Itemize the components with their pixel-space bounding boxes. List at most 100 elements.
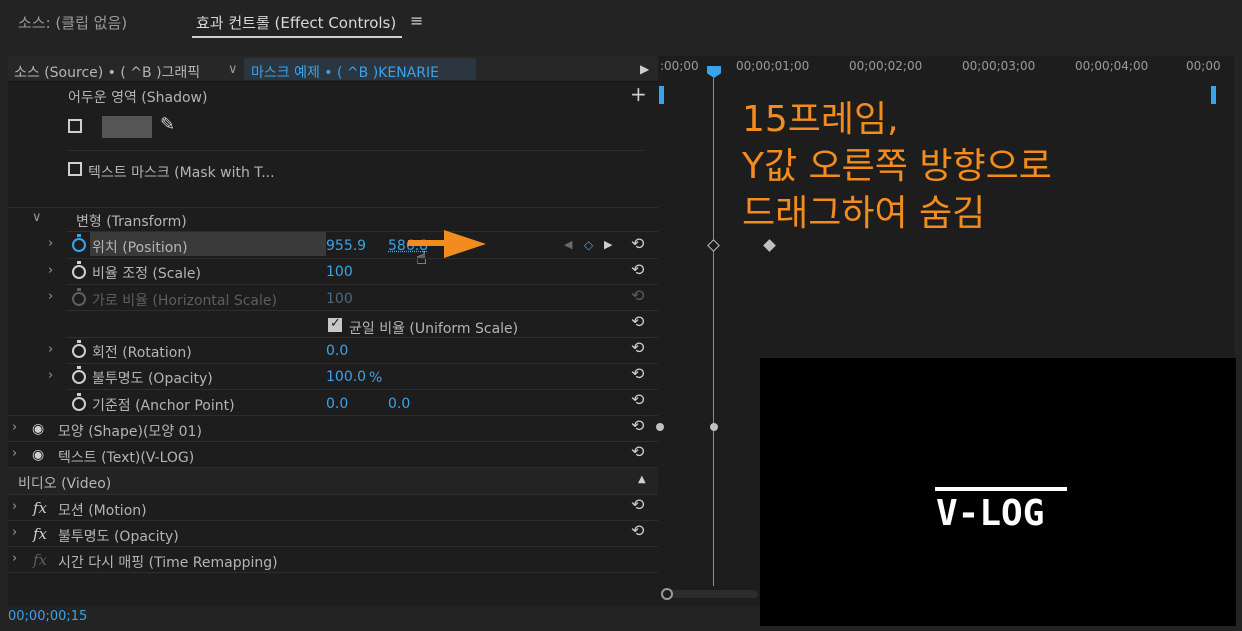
reset-icon[interactable]: ⟲ (631, 340, 649, 356)
eye-icon[interactable]: ◉ (32, 421, 44, 437)
work-area-start[interactable] (659, 86, 664, 104)
position-x-value[interactable]: 955.9 (326, 238, 366, 254)
tab-source[interactable]: 소스: (클립 없음) (18, 12, 127, 33)
program-preview (760, 358, 1236, 626)
divider (8, 572, 658, 573)
anchor-y-value[interactable]: 0.0 (388, 396, 410, 412)
divider (8, 441, 658, 442)
chevron-down-icon[interactable]: ∨ (228, 62, 238, 77)
timeline-scrollbar[interactable] (662, 590, 758, 598)
fx-icon: fx (33, 551, 48, 569)
chevron-right-icon[interactable]: › (12, 446, 17, 461)
tutorial-annotation: 15프레임, Y값 오른쪽 방향으로 드래그하여 숨김 (742, 99, 1052, 234)
position-label: 위치 (Position) (92, 240, 188, 256)
drag-direction-arrow (408, 230, 486, 258)
rotation-value[interactable]: 0.0 (326, 343, 348, 359)
text-layer-label: 텍스트 (Text)(V-LOG) (58, 450, 195, 466)
reset-icon[interactable]: ⟲ (631, 523, 649, 539)
reset-icon[interactable]: ⟲ (631, 366, 649, 382)
divider (66, 310, 658, 311)
playhead-line[interactable] (713, 78, 714, 586)
mask-text-label: 텍스트 마스크 (Mask with T... (88, 165, 275, 181)
chevron-right-icon[interactable]: › (48, 368, 53, 383)
keyframe-marker[interactable] (656, 423, 664, 431)
zoom-handle[interactable] (661, 588, 673, 600)
chevron-right-icon[interactable]: › (12, 525, 17, 540)
shadow-label: 어두운 영역 (Shadow) (68, 90, 208, 106)
divider (66, 363, 658, 364)
title-overline (935, 487, 1067, 491)
chevron-right-icon[interactable]: › (48, 263, 53, 278)
reset-icon[interactable]: ⟲ (631, 497, 649, 513)
add-keyframe-icon[interactable]: ◇ (584, 238, 593, 252)
ruler-tick: 00;00;01;00 (736, 59, 810, 73)
play-only-icon[interactable]: ▶ (640, 62, 649, 76)
active-tab-indicator (192, 36, 402, 38)
eyedropper-icon[interactable]: ✎ (160, 114, 175, 135)
divider (66, 337, 658, 338)
reset-icon: ⟲ (631, 286, 645, 305)
stopwatch-icon[interactable] (72, 393, 86, 411)
horizontal-scale-value: 100 (326, 291, 353, 307)
divider (8, 520, 658, 521)
fx-icon[interactable]: fx (33, 525, 47, 543)
work-area-end[interactable] (1211, 86, 1216, 104)
chevron-right-icon[interactable]: › (48, 342, 53, 357)
reset-icon[interactable]: ⟲ (631, 444, 649, 460)
scale-value[interactable]: 100 (326, 264, 353, 280)
sequence-clip-label[interactable]: 마스크 예제 • ( ^B )KENARIE (251, 62, 439, 82)
stopwatch-icon[interactable] (72, 261, 86, 279)
collapse-icon[interactable]: ▲ (638, 474, 646, 485)
next-keyframe-icon[interactable]: ▶ (604, 238, 612, 251)
chevron-right-icon[interactable]: › (12, 420, 17, 435)
stopwatch-icon (72, 288, 86, 306)
divider (66, 284, 658, 285)
divider (68, 150, 644, 151)
transform-label: 변형 (Transform) (76, 214, 187, 230)
shape-layer-label: 모양 (Shape)(모양 01) (58, 424, 202, 440)
tab-effect-controls[interactable]: 효과 컨트롤 (Effect Controls) (196, 12, 396, 33)
reset-icon[interactable]: ⟲ (631, 392, 649, 408)
time-remap-label: 시간 다시 매핑 (Time Remapping) (58, 555, 278, 571)
add-icon[interactable]: + (630, 82, 647, 106)
horizontal-scale-label: 가로 비율 (Horizontal Scale) (92, 293, 277, 309)
chevron-right-icon[interactable]: › (48, 236, 53, 251)
stopwatch-icon[interactable] (72, 340, 86, 358)
uniform-scale-checkbox[interactable] (328, 316, 342, 332)
chevron-right-icon: › (48, 289, 54, 304)
eye-icon[interactable]: ◉ (32, 447, 44, 463)
mask-text-checkbox[interactable] (68, 162, 82, 176)
opacity-unit: % (369, 370, 383, 386)
video-opacity-label: 불투명도 (Opacity) (58, 529, 179, 545)
stopwatch-icon[interactable] (72, 234, 86, 252)
scale-label: 비율 조정 (Scale) (92, 266, 202, 282)
video-section-label: 비디오 (Video) (18, 476, 112, 492)
opacity-value[interactable]: 100.0 (326, 369, 366, 385)
current-timecode[interactable]: 00;00;00;15 (8, 609, 87, 624)
prev-keyframe-icon[interactable]: ◀ (564, 238, 572, 251)
chevron-down-icon[interactable]: ∨ (32, 210, 42, 225)
source-clip-label[interactable]: 소스 (Source) • ( ^B )그래픽 (14, 62, 200, 82)
motion-label: 모션 (Motion) (58, 503, 147, 519)
shadow-color-swatch[interactable] (102, 116, 152, 138)
chevron-right-icon[interactable]: › (12, 499, 17, 514)
reset-icon[interactable]: ⟲ (631, 418, 649, 434)
reset-icon[interactable]: ⟲ (631, 236, 649, 252)
uniform-scale-label: 균일 비율 (Uniform Scale) (349, 321, 519, 337)
stopwatch-icon[interactable] (72, 366, 86, 384)
reset-icon[interactable]: ⟲ (631, 314, 649, 330)
chevron-right-icon[interactable]: › (12, 551, 17, 566)
fx-icon[interactable]: fx (33, 499, 47, 517)
reset-icon[interactable]: ⟲ (631, 262, 649, 278)
divider (8, 207, 658, 208)
anchor-point-label: 기준점 (Anchor Point) (92, 398, 235, 414)
keyframe-marker[interactable] (710, 423, 718, 431)
shadow-checkbox[interactable] (68, 119, 82, 133)
divider (8, 546, 658, 547)
ruler-tick: 00;00;03;00 (962, 59, 1036, 73)
ruler-tick: 00;00;04;00 (1075, 59, 1149, 73)
hamburger-menu-icon[interactable]: ≡ (410, 11, 423, 30)
anchor-x-value[interactable]: 0.0 (326, 396, 348, 412)
divider (66, 389, 658, 390)
rotation-label: 회전 (Rotation) (92, 345, 192, 361)
